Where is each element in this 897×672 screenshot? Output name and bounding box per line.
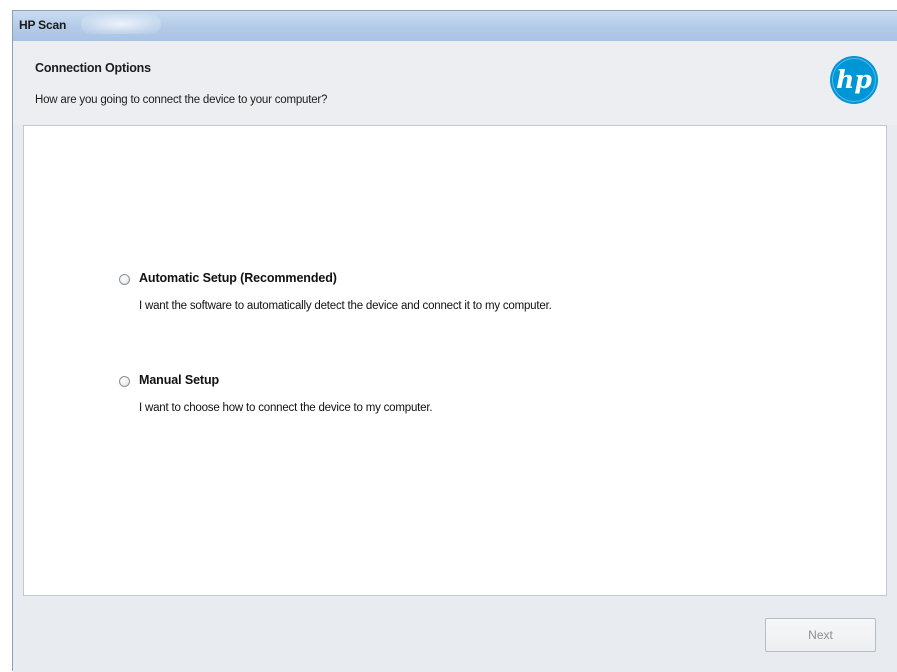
hp-logo-icon: hp bbox=[830, 56, 878, 104]
automatic-setup-label[interactable]: Automatic Setup (Recommended) bbox=[139, 271, 337, 285]
header-band: Connection Options How are you going to … bbox=[13, 41, 897, 125]
title-bar: HP Scan bbox=[13, 11, 897, 41]
manual-setup-radio[interactable] bbox=[119, 376, 130, 387]
footer-bar: Next bbox=[13, 597, 897, 672]
title-glare bbox=[81, 14, 161, 34]
page-subtitle: How are you going to connect the device … bbox=[35, 94, 328, 106]
svg-text:hp: hp bbox=[836, 65, 872, 94]
next-button[interactable]: Next bbox=[765, 618, 876, 652]
manual-setup-label[interactable]: Manual Setup bbox=[139, 373, 219, 387]
hp-scan-window: HP Scan Connection Options How are you g… bbox=[12, 10, 897, 672]
window-title: HP Scan bbox=[19, 18, 67, 32]
page-title: Connection Options bbox=[35, 61, 151, 75]
automatic-setup-description: I want the software to automatically det… bbox=[139, 300, 552, 312]
manual-setup-description: I want to choose how to connect the devi… bbox=[139, 402, 433, 414]
automatic-setup-radio[interactable] bbox=[119, 274, 130, 285]
options-panel: Automatic Setup (Recommended) I want the… bbox=[23, 125, 887, 596]
